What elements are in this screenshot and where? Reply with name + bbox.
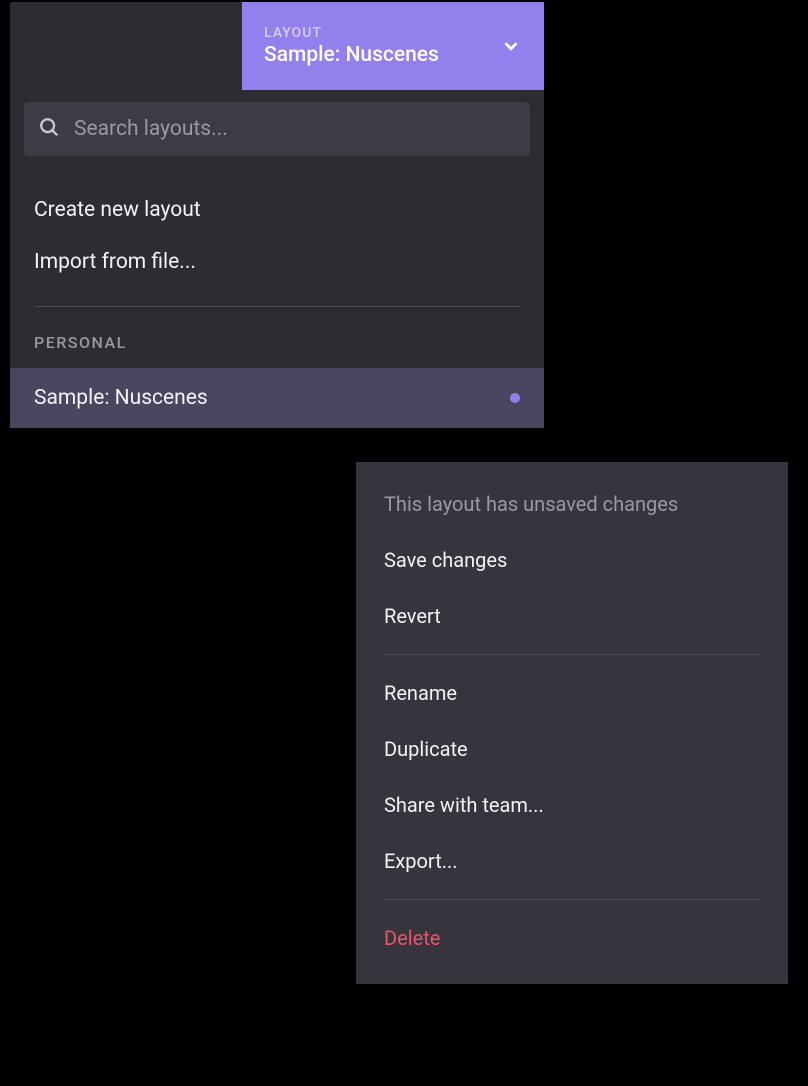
rename-item[interactable]: Rename [356,665,788,721]
chevron-down-icon [500,35,522,57]
layout-row[interactable]: Sample: Nuscenes [10,368,544,428]
context-menu-note: This layout has unsaved changes [356,480,788,532]
section-label-personal: PERSONAL [10,307,544,368]
unsaved-indicator-icon [510,393,520,403]
create-layout-button[interactable]: Create new layout [34,184,520,236]
search-input-wrap[interactable] [24,102,530,156]
divider [384,654,760,655]
share-item[interactable]: Share with team... [356,777,788,833]
revert-item[interactable]: Revert [356,588,788,644]
import-layout-button[interactable]: Import from file... [34,236,520,288]
delete-item[interactable]: Delete [356,910,788,966]
search-icon [38,116,60,142]
divider [384,899,760,900]
search-input[interactable] [74,117,516,141]
layout-selector-value: Sample: Nuscenes [264,43,500,67]
layout-row-name: Sample: Nuscenes [34,386,208,410]
save-changes-item[interactable]: Save changes [356,532,788,588]
context-menu: This layout has unsaved changes Save cha… [356,462,788,984]
duplicate-item[interactable]: Duplicate [356,721,788,777]
export-item[interactable]: Export... [356,833,788,889]
layout-selector[interactable]: LAYOUT Sample: Nuscenes [242,2,544,90]
layout-selector-label: LAYOUT [264,25,500,41]
